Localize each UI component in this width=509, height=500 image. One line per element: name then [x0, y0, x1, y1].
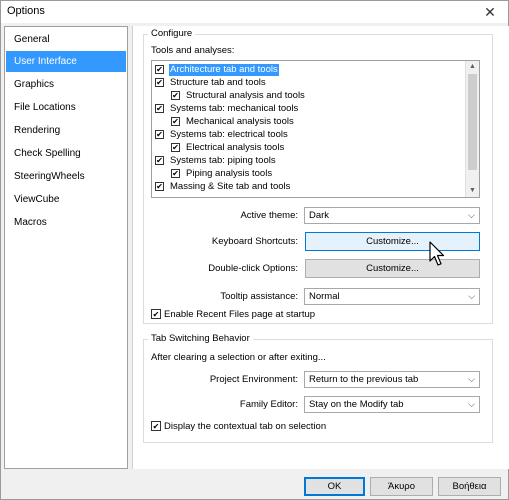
sidebar: General User Interface Graphics File Loc… [4, 26, 128, 469]
sidebar-item-steeringwheels[interactable]: SteeringWheels [6, 166, 126, 187]
sidebar-item-viewcube[interactable]: ViewCube [6, 189, 126, 210]
active-theme-label: Active theme: [240, 210, 298, 221]
tooltip-assistance-select[interactable]: Normal ⌵ [304, 288, 480, 305]
checkmark-icon[interactable]: ✔ [171, 169, 180, 178]
options-window: Options ✕ General User Interface Graphic… [0, 0, 509, 500]
family-editor-select[interactable]: Stay on the Modify tab ⌵ [304, 396, 480, 413]
tools-listbox[interactable]: ✔ Architecture tab and tools ✔ Structure… [151, 60, 480, 198]
close-icon[interactable]: ✕ [476, 1, 504, 23]
double-click-label: Double-click Options: [208, 263, 298, 274]
contextual-tab-checkbox[interactable]: ✔ [151, 421, 161, 431]
scroll-down-icon[interactable]: ▼ [466, 185, 479, 197]
recent-files-checkbox[interactable]: ✔ [151, 309, 161, 319]
sidebar-item-graphics[interactable]: Graphics [6, 74, 126, 95]
recent-files-label: Enable Recent Files page at startup [164, 309, 316, 320]
sidebar-item-rendering[interactable]: Rendering [6, 120, 126, 141]
tab-switching-group-title: Tab Switching Behavior [148, 333, 253, 344]
chevron-down-icon: ⌵ [468, 210, 475, 220]
checkmark-icon[interactable]: ✔ [155, 78, 164, 87]
active-theme-select[interactable]: Dark ⌵ [304, 207, 480, 224]
chevron-down-icon: ⌵ [468, 291, 475, 301]
checkmark-icon[interactable]: ✔ [171, 143, 180, 152]
checkmark-icon[interactable]: ✔ [155, 130, 164, 139]
checkmark-icon[interactable]: ✔ [155, 182, 164, 191]
configure-group-title: Configure [148, 28, 196, 39]
mouse-pointer-icon [429, 241, 445, 266]
tooltip-assistance-value: Normal [309, 291, 340, 302]
keyboard-shortcuts-label: Keyboard Shortcuts: [211, 236, 298, 247]
project-environment-label: Project Environment: [209, 374, 298, 385]
list-scrollbar[interactable]: ▲ ▼ [465, 61, 479, 197]
cancel-button[interactable]: Άκυρο [370, 477, 433, 496]
checkmark-icon[interactable]: ✔ [155, 65, 164, 74]
chevron-down-icon: ⌵ [468, 399, 475, 409]
family-editor-label: Family Editor: [239, 399, 298, 410]
scroll-thumb[interactable] [468, 74, 477, 170]
project-environment-select[interactable]: Return to the previous tab ⌵ [304, 371, 480, 388]
checkmark-icon[interactable]: ✔ [171, 117, 180, 126]
chevron-down-icon: ⌵ [468, 374, 475, 384]
sidebar-item-general[interactable]: General [6, 29, 126, 50]
sidebar-item-file-locations[interactable]: File Locations [6, 97, 126, 118]
project-environment-value: Return to the previous tab [309, 374, 419, 385]
sidebar-item-user-interface[interactable]: User Interface [6, 51, 126, 72]
checkmark-icon[interactable]: ✔ [155, 104, 164, 113]
checkmark-icon[interactable]: ✔ [171, 91, 180, 100]
sidebar-item-macros[interactable]: Macros [6, 212, 126, 233]
scroll-up-icon[interactable]: ▲ [466, 61, 479, 73]
tooltip-assistance-label: Tooltip assistance: [220, 291, 298, 302]
checkmark-icon[interactable]: ✔ [155, 156, 164, 165]
active-theme-value: Dark [309, 210, 330, 221]
ok-button[interactable]: OK [304, 477, 365, 496]
contextual-tab-label: Display the contextual tab on selection [164, 421, 327, 432]
family-editor-value: Stay on the Modify tab [309, 399, 404, 410]
window-title: Options [7, 5, 45, 17]
help-button[interactable]: Βοήθεια [438, 477, 501, 496]
sidebar-item-check-spelling[interactable]: Check Spelling [6, 143, 126, 164]
double-click-customize-button[interactable]: Customize... [305, 259, 480, 278]
keyboard-shortcuts-customize-button[interactable]: Customize... [305, 232, 480, 251]
tools-label: Tools and analyses: [151, 45, 235, 56]
title-bar: Options ✕ [1, 1, 508, 23]
tab-switching-subtitle: After clearing a selection or after exit… [151, 352, 326, 363]
